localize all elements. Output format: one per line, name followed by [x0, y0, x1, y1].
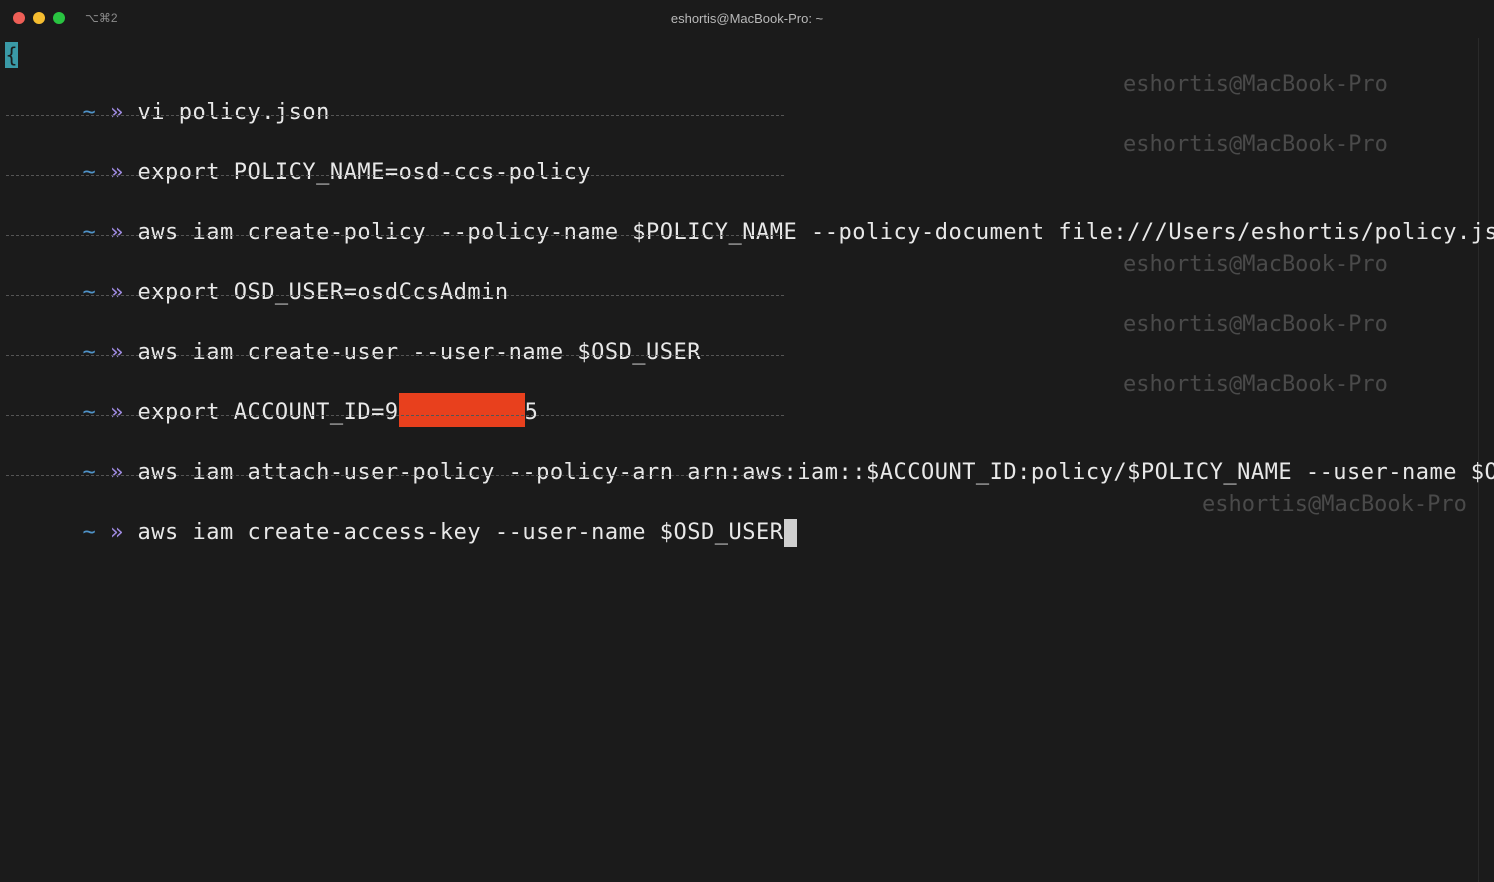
- terminal-window[interactable]: ⌥⌘2 eshortis@MacBook-Pro: ~ { ~ » vi pol…: [0, 0, 1494, 882]
- command-text: aws iam create-user --user-name $OSD_USE…: [137, 340, 702, 365]
- prompt-arrow: »: [109, 160, 124, 185]
- prompt-tilde: ~: [82, 400, 97, 425]
- prompt-separator: [6, 415, 784, 416]
- prompt-tilde: ~: [82, 520, 97, 545]
- command-line: ~ » export ACCOUNT_ID=9 5: [0, 371, 538, 427]
- command-text: vi policy.json: [137, 100, 330, 125]
- prompt-arrow: »: [109, 520, 124, 545]
- prompt-tilde: ~: [82, 100, 97, 125]
- prompt-separator: [6, 235, 784, 236]
- right-prompt: eshortis@MacBook-Pro: [1123, 132, 1388, 157]
- command-line: ~ » export POLICY_NAME=osd-ccs-policy: [0, 131, 591, 185]
- command-line: ~ » aws iam create-user --user-name $OSD…: [0, 311, 701, 365]
- prompt-separator: [6, 355, 784, 356]
- command-line: ~ » export OSD_USER=osdCcsAdmin: [0, 251, 509, 305]
- title-bar[interactable]: ⌥⌘2 eshortis@MacBook-Pro: ~: [0, 0, 1494, 38]
- command-text: export ACCOUNT_ID=9: [137, 400, 399, 425]
- prompt-tilde: ~: [82, 220, 97, 245]
- prompt-tilde: ~: [82, 340, 97, 365]
- prompt-arrow: »: [109, 400, 124, 425]
- current-input-line[interactable]: ~ » aws iam create-access-key --user-nam…: [0, 491, 797, 547]
- prompt-arrow: »: [109, 220, 124, 245]
- command-text: export OSD_USER=osdCcsAdmin: [137, 280, 509, 305]
- command-text: aws iam attach-user-policy --policy-arn …: [137, 460, 1494, 485]
- command-input[interactable]: aws iam create-access-key --user-name $O…: [137, 520, 783, 545]
- right-prompt: eshortis@MacBook-Pro: [1123, 372, 1388, 397]
- prompt-tilde: ~: [82, 460, 97, 485]
- right-prompt: eshortis@MacBook-Pro: [1202, 492, 1467, 517]
- command-text: export POLICY_NAME=osd-ccs-policy: [137, 160, 592, 185]
- right-prompt: eshortis@MacBook-Pro: [1123, 252, 1388, 277]
- right-prompt: eshortis@MacBook-Pro: [1123, 72, 1388, 97]
- command-text-suffix: 5: [524, 400, 539, 425]
- prompt-separator: [6, 475, 784, 476]
- window-title: eshortis@MacBook-Pro: ~: [670, 11, 824, 26]
- highlighted-brace: {: [5, 42, 18, 68]
- prompt-arrow: »: [109, 460, 124, 485]
- prompt-arrow: »: [109, 340, 124, 365]
- prompt-tilde: ~: [82, 280, 97, 305]
- prompt-tilde: ~: [82, 160, 97, 185]
- right-prompt: eshortis@MacBook-Pro: [1123, 312, 1388, 337]
- prompt-separator: [6, 115, 784, 116]
- prompt-arrow: »: [109, 100, 124, 125]
- command-line: ~ » vi policy.json: [0, 71, 330, 125]
- redaction-box: [398, 393, 525, 427]
- prompt-arrow: »: [109, 280, 124, 305]
- prompt-separator: [6, 175, 784, 176]
- text-cursor: [783, 519, 797, 547]
- command-line: ~ » aws iam create-policy --policy-name …: [0, 191, 1494, 245]
- command-line: ~ » aws iam attach-user-policy --policy-…: [0, 431, 1494, 485]
- command-text: aws iam create-policy --policy-name $POL…: [137, 220, 1494, 245]
- prompt-separator: [6, 295, 784, 296]
